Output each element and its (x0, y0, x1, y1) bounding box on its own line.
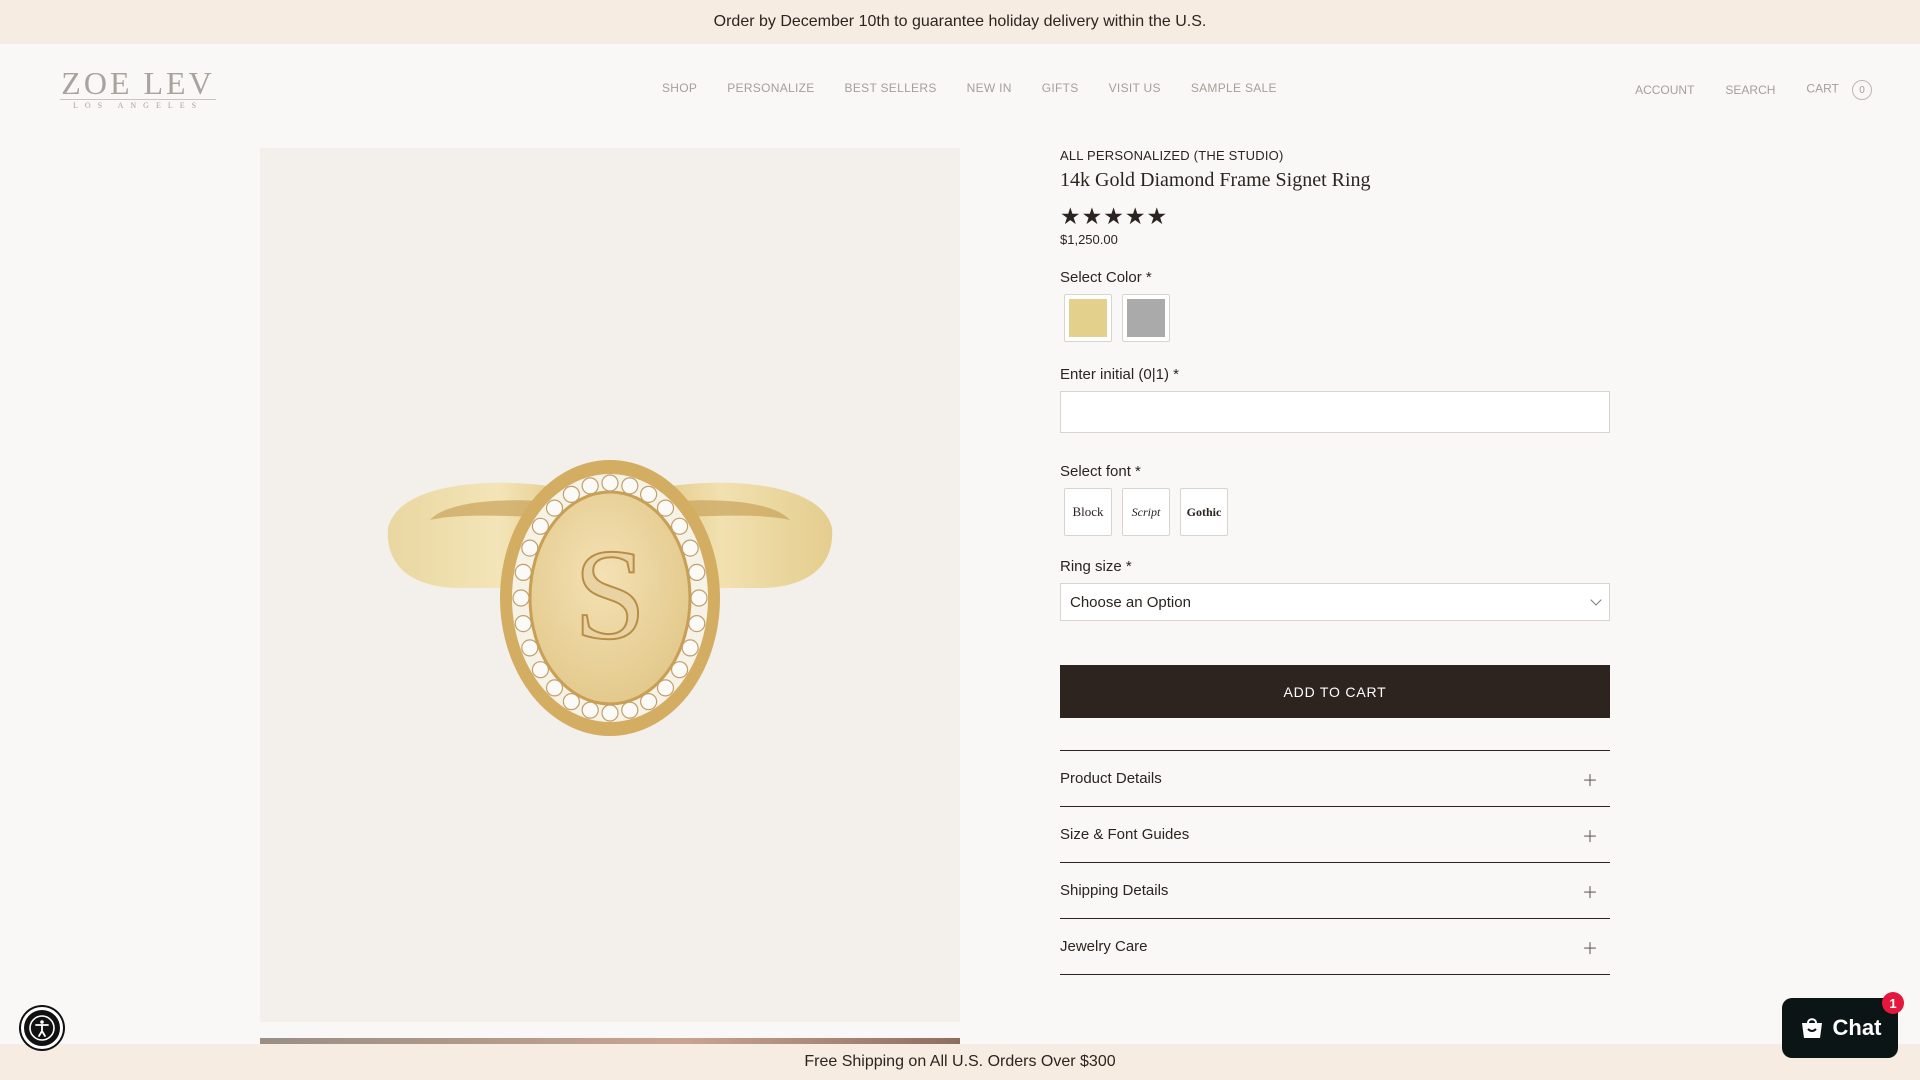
diamond-stone (621, 477, 639, 495)
diamond-stone (601, 474, 619, 492)
font-option-block[interactable]: Block (1064, 488, 1112, 536)
diamond-stone (688, 614, 706, 633)
ring-size-select[interactable]: Choose an Option (1060, 583, 1610, 621)
product-price: $1,250.00 (1060, 232, 1118, 247)
nav-shop[interactable]: SHOP (662, 81, 697, 95)
product-image[interactable]: S (260, 148, 960, 1022)
diamond-stone (581, 701, 599, 719)
ring-size-value: Choose an Option (1070, 593, 1191, 611)
diamond-stone (531, 661, 550, 679)
nav-gifts[interactable]: GIFTS (1042, 81, 1079, 95)
diamond-stone (514, 563, 532, 582)
diamond-stone (581, 477, 599, 495)
plus-icon: ＋ (1581, 828, 1598, 846)
ring-initial: S (574, 523, 646, 667)
chevron-down-icon (1590, 594, 1602, 606)
initial-label: Enter initial (0|1) * (1060, 366, 1179, 383)
accordion-label: Size & Font Guides (1060, 826, 1190, 843)
nav-new-in[interactable]: NEW IN (967, 81, 1012, 95)
free-shipping-text: Free Shipping on All U.S. Orders Over $3… (804, 1053, 1116, 1070)
initial-input[interactable] (1060, 391, 1610, 433)
diamond-stone (601, 704, 619, 722)
nav-personalize[interactable]: PERSONALIZE (727, 81, 814, 95)
site-header: ZOE LEV LOS ANGELES SHOP PERSONALIZE BES… (0, 44, 1920, 134)
diamond-stone (681, 639, 699, 657)
diamond-stone (545, 679, 564, 697)
accessibility-button[interactable] (21, 1007, 63, 1049)
brand-logo[interactable]: ZOE LEV LOS ANGELES (60, 65, 216, 110)
nav-sample-sale[interactable]: SAMPLE SALE (1191, 81, 1277, 95)
swatch-fill-silver (1127, 299, 1165, 337)
diamond-stone (531, 517, 550, 535)
nav-best-sellers[interactable]: BEST SELLERS (845, 81, 937, 95)
diamond-stone (640, 485, 658, 503)
product-info: ALL PERSONALIZED (THE STUDIO) 14k Gold D… (1060, 148, 1610, 975)
ring-size-label: Ring size * (1060, 558, 1132, 575)
plus-icon: ＋ (1581, 940, 1598, 958)
diamond-stone (512, 589, 530, 607)
diamond-stone (562, 693, 580, 711)
accordion-jewelry-care[interactable]: Jewelry Care ＋ (1060, 919, 1610, 975)
announcement-text: Order by December 10th to guarantee holi… (713, 13, 1207, 30)
font-option-script[interactable]: Script (1122, 488, 1170, 536)
product-title: 14k Gold Diamond Frame Signet Ring (1060, 169, 1371, 191)
diamond-stone (514, 614, 532, 633)
chat-label: Chat (1832, 1015, 1882, 1040)
color-swatch-silver[interactable] (1122, 294, 1170, 342)
accordion-label: Product Details (1060, 770, 1162, 787)
diamond-stone (521, 639, 539, 657)
account-link[interactable]: ACCOUNT (1635, 83, 1694, 97)
brand-sub: LOS ANGELES (60, 99, 216, 110)
font-option-gothic[interactable]: Gothic (1180, 488, 1228, 536)
chat-button[interactable]: Chat (1782, 998, 1898, 1058)
chat-notification-badge: 1 (1882, 992, 1904, 1014)
accordion-product-details[interactable]: Product Details ＋ (1060, 751, 1610, 807)
diamond-stone (640, 693, 658, 711)
cart-link[interactable]: CART 0 (1806, 80, 1872, 100)
accordion-label: Jewelry Care (1060, 938, 1148, 955)
accordion-shipping-details[interactable]: Shipping Details ＋ (1060, 863, 1610, 919)
rating-stars[interactable]: ★★★★★ (1060, 204, 1610, 228)
swatch-fill-gold (1069, 299, 1107, 337)
font-options: Block Script Gothic (1064, 488, 1610, 536)
ring-illustration: S (387, 460, 833, 736)
accordion-size-font-guides[interactable]: Size & Font Guides ＋ (1060, 807, 1610, 863)
color-swatches (1064, 294, 1610, 342)
announcement-bar: Order by December 10th to guarantee holi… (0, 0, 1920, 44)
diamond-stone (545, 499, 564, 517)
diamond-stone (670, 661, 689, 679)
accordion-label: Shipping Details (1060, 882, 1169, 899)
plus-icon: ＋ (1581, 772, 1598, 790)
main-nav: SHOP PERSONALIZE BEST SELLERS NEW IN GIF… (662, 81, 1307, 95)
diamond-stone (562, 485, 580, 503)
nav-visit-us[interactable]: VISIT US (1109, 81, 1161, 95)
color-swatch-gold[interactable] (1064, 294, 1112, 342)
plus-icon: ＋ (1581, 884, 1598, 902)
cart-count-badge: 0 (1852, 80, 1872, 100)
diamond-stone (688, 563, 706, 582)
diamond-stone (521, 539, 539, 557)
diamond-stone (656, 679, 675, 697)
diamond-stone (656, 499, 675, 517)
utility-nav: ACCOUNT SEARCH CART 0 (1604, 80, 1872, 100)
product-accordion: Product Details ＋ Size & Font Guides ＋ S… (1060, 750, 1610, 975)
diamond-stone (670, 517, 689, 535)
diamond-stone (690, 589, 708, 607)
diamond-stone (621, 701, 639, 719)
search-link[interactable]: SEARCH (1725, 83, 1775, 97)
accessibility-icon (29, 1015, 55, 1041)
brand-name: ZOE LEV (61, 65, 215, 101)
add-to-cart-button[interactable]: ADD TO CART (1060, 665, 1610, 718)
diamond-stone (681, 539, 699, 557)
font-label: Select font * (1060, 463, 1141, 480)
chat-bag-icon (1801, 1018, 1822, 1038)
product-collection[interactable]: ALL PERSONALIZED (THE STUDIO) (1060, 148, 1610, 163)
free-shipping-banner: Free Shipping on All U.S. Orders Over $3… (0, 1044, 1920, 1080)
cart-label: CART (1806, 81, 1839, 96)
color-label: Select Color * (1060, 269, 1152, 286)
